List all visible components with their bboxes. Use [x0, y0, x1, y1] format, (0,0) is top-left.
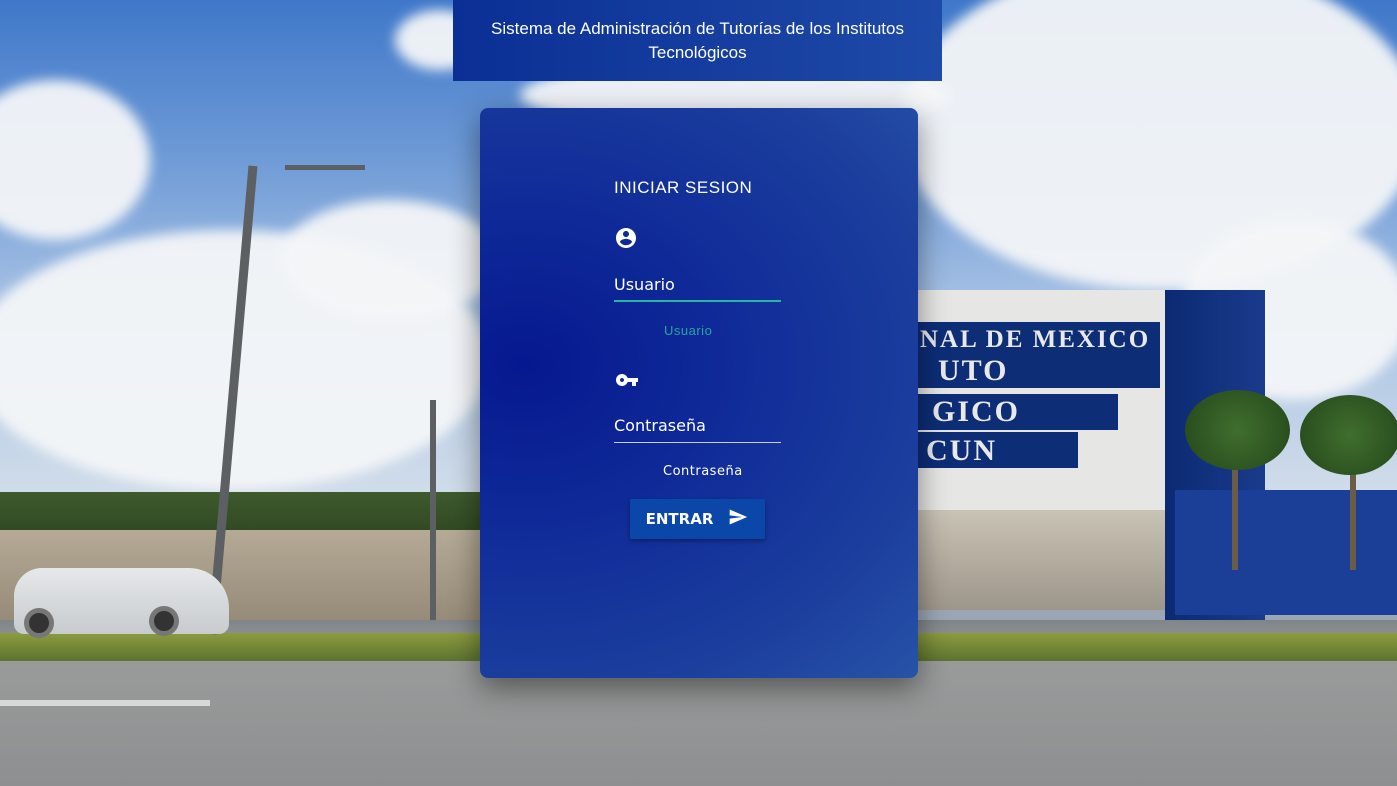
login-submit-button[interactable]: ENTRAR: [630, 499, 765, 539]
login-title: INICIAR SESION: [614, 178, 753, 197]
username-input[interactable]: [614, 268, 781, 302]
cloud: [280, 200, 500, 320]
account-circle-icon: [614, 226, 638, 255]
key-icon: [614, 368, 640, 397]
palm-leaves: [1185, 390, 1290, 470]
gate-wall: [918, 510, 1178, 610]
username-helper-label: Usuario: [664, 323, 713, 338]
app-header: Sistema de Administración de Tutorías de…: [453, 0, 942, 81]
taxi-car: [14, 568, 229, 638]
sign-line: CUN: [918, 432, 1078, 468]
car-wheel: [24, 608, 54, 638]
login-submit-label: ENTRAR: [645, 510, 714, 528]
light-arm: [285, 165, 365, 170]
send-icon: [727, 507, 749, 531]
lane-marking: [0, 700, 210, 706]
login-card: INICIAR SESION Usuario Contraseña ENTRAR: [480, 108, 918, 678]
utility-pole: [430, 400, 436, 620]
palm-leaves: [1300, 395, 1397, 475]
app-title: Sistema de Administración de Tutorías de…: [491, 18, 904, 62]
car-wheel: [149, 606, 179, 636]
sign-line: UTO: [918, 352, 1160, 388]
sign-line: GICO: [918, 394, 1118, 430]
blue-fence: [1175, 490, 1397, 615]
password-helper-label: Contraseña: [663, 464, 743, 479]
password-input[interactable]: [614, 409, 781, 443]
